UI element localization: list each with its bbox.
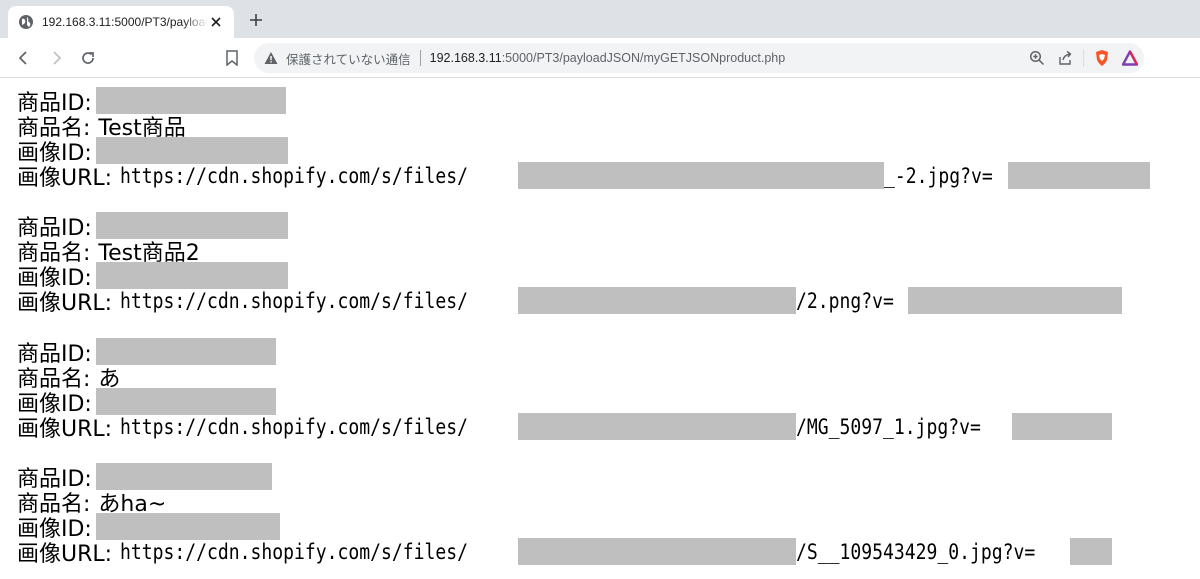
image-url-suffix: _-2.jpg?v= <box>884 163 993 188</box>
redacted-version <box>1012 413 1113 440</box>
redacted-url-path <box>518 287 797 314</box>
url-prefix-wrap: https://cdn.shopify.com/s/files/ <box>120 540 518 564</box>
image-url-row: 画像URL: https://cdn.shopify.com/s/files/ … <box>17 162 1151 191</box>
product-name-row: 商品名: あ <box>17 364 1112 392</box>
page-content: 商品ID: 商品名: Test商品 画像ID: 画像URL: https://c… <box>0 79 1200 579</box>
redacted-url-path <box>518 538 797 565</box>
url-host: 192.168.3.11 <box>429 51 502 65</box>
product-record: 商品ID: 商品名: Test商品2 画像ID: 画像URL: https://… <box>17 212 1123 316</box>
image-url-suffix: /MG_5097_1.jpg?v= <box>796 414 981 439</box>
redacted-url-path <box>518 162 885 189</box>
url-suffix-wrap: _-2.jpg?v= <box>884 164 1008 188</box>
product-name-row: 商品名: Test商品2 <box>17 238 1122 266</box>
globe-icon <box>18 14 34 30</box>
product-id-row: 商品ID: <box>17 87 1150 116</box>
omnibox-actions <box>1023 43 1144 73</box>
share-icon[interactable] <box>1051 43 1079 73</box>
redacted-version <box>908 287 1123 314</box>
image-url-label: 画像URL: <box>17 541 113 567</box>
redacted-version <box>1008 162 1151 189</box>
url-suffix-wrap: /2.png?v= <box>796 289 908 313</box>
redacted-image-id <box>95 388 276 415</box>
back-icon[interactable] <box>12 46 36 70</box>
image-url-prefix: https://cdn.shopify.com/s/files/ <box>120 539 468 564</box>
redacted-image-id <box>95 262 288 289</box>
url-prefix-wrap: https://cdn.shopify.com/s/files/ <box>120 289 518 313</box>
image-url-label: 画像URL: <box>17 416 113 442</box>
browser-toolbar: 保護されていない通信 192.168.3.11:5000/PT3/payload… <box>0 38 1200 78</box>
product-record: 商品ID: 商品名: Test商品 画像ID: 画像URL: https://c… <box>17 87 1151 191</box>
reload-icon[interactable] <box>76 46 100 70</box>
image-id-row: 画像ID: <box>17 137 1150 166</box>
image-id-row: 画像ID: <box>17 388 1112 417</box>
address-bar[interactable]: 保護されていない通信 192.168.3.11:5000/PT3/payload… <box>254 43 1144 73</box>
close-icon[interactable] <box>208 14 224 30</box>
plus-icon[interactable] <box>246 10 266 30</box>
redacted-product-id <box>95 338 276 365</box>
zoom-icon[interactable] <box>1023 43 1051 73</box>
url-path: :5000/PT3/payloadJSON/myGETJSONproduct.p… <box>501 51 786 65</box>
image-url-label: 画像URL: <box>17 290 113 316</box>
tab-title: 192.168.3.11:5000/PT3/payloadJSON/myGETJ… <box>42 15 208 29</box>
forward-icon[interactable] <box>44 46 68 70</box>
image-url-label: 画像URL: <box>17 165 113 191</box>
omnibox-divider <box>419 50 421 66</box>
product-record: 商品ID: 商品名: あha~ 画像ID: 画像URL: https://cdn… <box>17 463 1113 567</box>
image-id-row: 画像ID: <box>17 262 1122 291</box>
product-name-row: 商品名: Test商品 <box>17 113 1150 141</box>
url-text[interactable]: 192.168.3.11:5000/PT3/payloadJSON/myGETJ… <box>430 51 786 65</box>
image-url-prefix: https://cdn.shopify.com/s/files/ <box>120 163 468 188</box>
product-id-row: 商品ID: <box>17 338 1112 367</box>
tab-strip: 192.168.3.11:5000/PT3/payloadJSON/myGETJ… <box>0 0 1200 38</box>
image-url-suffix: /S__109543429_0.jpg?v= <box>796 539 1036 564</box>
url-prefix-wrap: https://cdn.shopify.com/s/files/ <box>120 164 518 188</box>
url-suffix-wrap: /S__109543429_0.jpg?v= <box>796 540 1070 564</box>
image-url-suffix: /2.png?v= <box>796 288 894 313</box>
browser-tab[interactable]: 192.168.3.11:5000/PT3/payloadJSON/myGETJ… <box>8 6 234 38</box>
redacted-version <box>1070 538 1113 565</box>
product-id-row: 商品ID: <box>17 463 1112 492</box>
redacted-image-id <box>95 513 280 540</box>
url-prefix-wrap: https://cdn.shopify.com/s/files/ <box>120 415 518 439</box>
product-record: 商品ID: 商品名: あ 画像ID: 画像URL: https://cdn.sh… <box>17 338 1113 442</box>
security-status[interactable]: 保護されていない通信 <box>286 49 411 68</box>
image-url-row: 画像URL: https://cdn.shopify.com/s/files/ … <box>17 413 1113 442</box>
url-suffix-wrap: /MG_5097_1.jpg?v= <box>796 415 1012 439</box>
image-url-prefix: https://cdn.shopify.com/s/files/ <box>120 288 468 313</box>
redacted-url-path <box>518 413 797 440</box>
image-url-row: 画像URL: https://cdn.shopify.com/s/files/ … <box>17 538 1113 567</box>
brave-rewards-icon[interactable] <box>1116 43 1144 73</box>
warning-icon[interactable] <box>264 51 278 65</box>
redacted-image-id <box>95 137 288 164</box>
product-name-row: 商品名: あha~ <box>17 489 1112 517</box>
image-url-prefix: https://cdn.shopify.com/s/files/ <box>120 414 468 439</box>
image-url-row: 画像URL: https://cdn.shopify.com/s/files/ … <box>17 287 1123 316</box>
bookmark-icon[interactable] <box>220 46 244 70</box>
brave-shields-icon[interactable] <box>1088 43 1116 73</box>
toolbar-divider <box>1083 49 1084 67</box>
image-id-row: 画像ID: <box>17 513 1112 542</box>
